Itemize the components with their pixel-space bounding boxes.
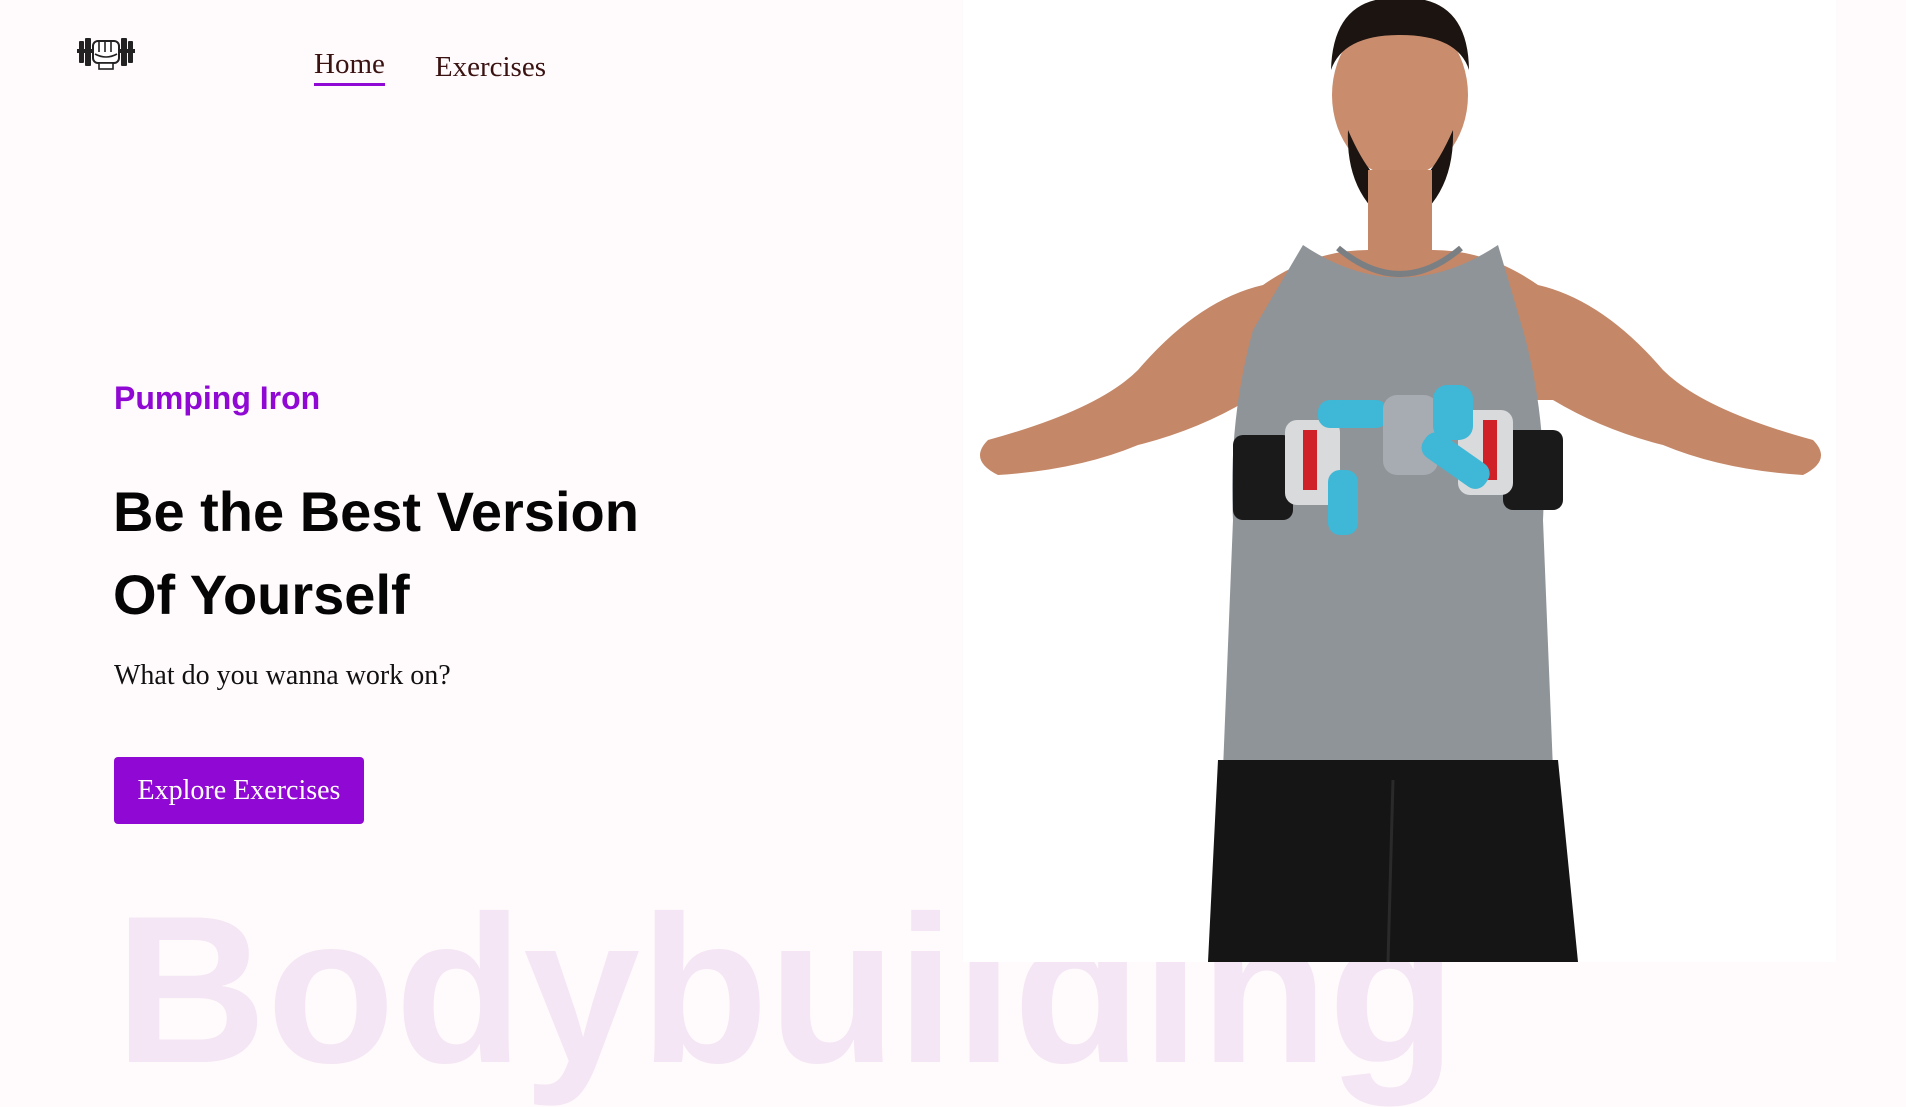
hero-kicker: Pumping Iron [114,380,321,416]
hero-headline-line2: Of Yourself [113,563,410,626]
hero-headline: Be the Best Version Of Yourself [113,470,833,636]
hero-subtitle: What do you wanna work on? [114,660,451,691]
dumbbell-fist-icon [77,38,135,70]
nav-link-exercises[interactable]: Exercises [435,51,546,84]
man-with-hand-grippers-image [963,0,1836,962]
logo[interactable] [75,32,137,72]
hero-illustration [980,0,1821,962]
explore-exercises-button[interactable]: Explore Exercises [114,757,364,824]
main-nav: Home Exercises [314,48,546,86]
nav-link-home[interactable]: Home [314,48,385,86]
hero-headline-line1: Be the Best Version [113,480,639,543]
